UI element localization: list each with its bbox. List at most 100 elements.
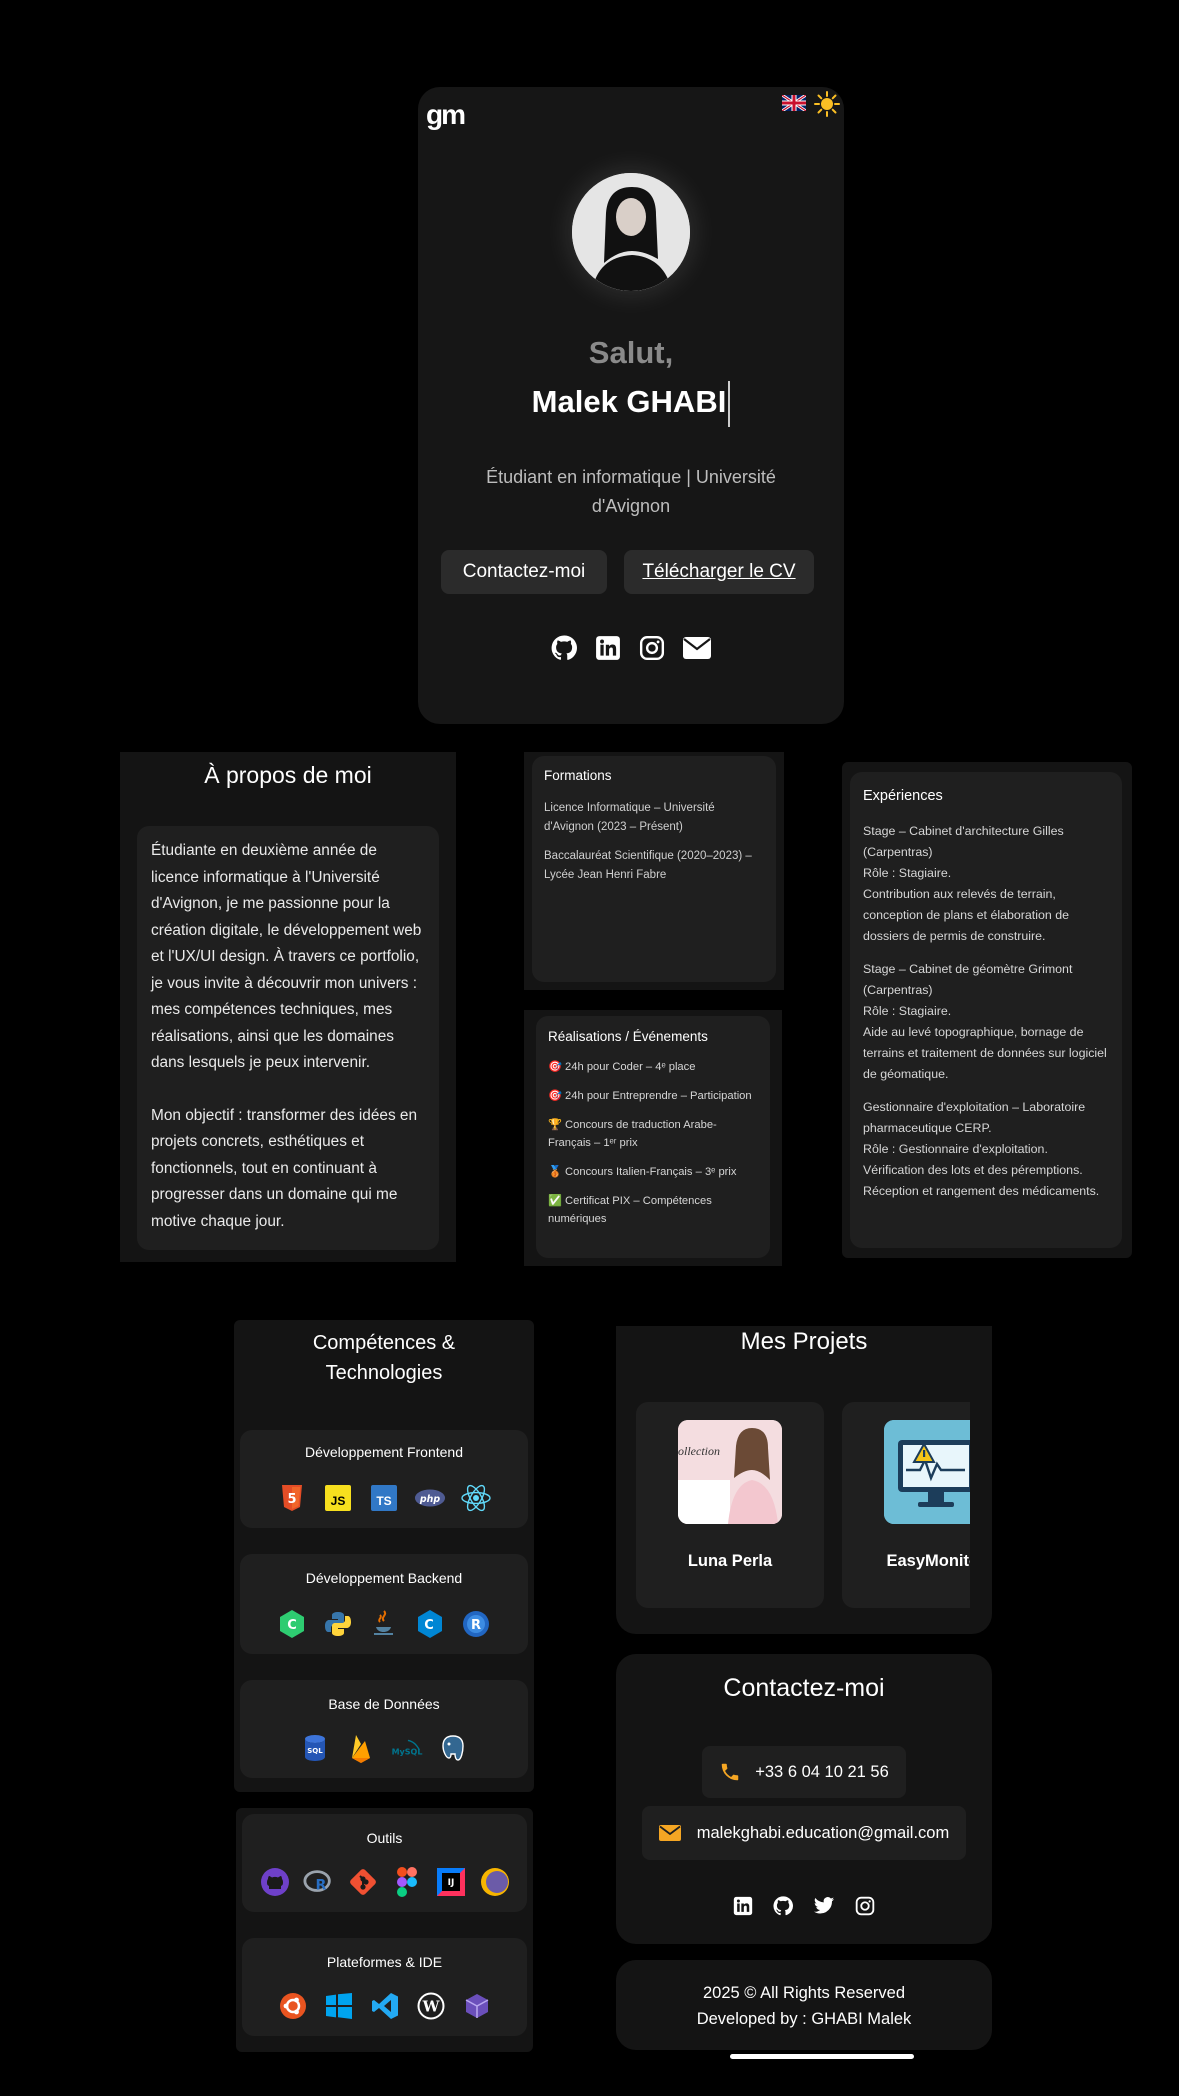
projects-title: Mes Projets (740, 1328, 868, 1355)
formations-section: Formations Licence Informatique – Univer… (524, 752, 784, 990)
instagram-icon[interactable] (855, 1896, 875, 1916)
contact-button[interactable]: Contactez-moi (441, 550, 607, 594)
sql-label: SQL (307, 1747, 323, 1755)
projects-section: Mes Projets ollection Luna Perla EasyMon… (616, 1326, 992, 1634)
ubuntu-icon (277, 1990, 309, 2022)
phone-number: +33 6 04 10 21 56 (755, 1762, 889, 1781)
react-icon (460, 1482, 492, 1514)
sql-icon: SQL (299, 1732, 331, 1764)
achievements-title: Réalisations / Événements (548, 1029, 708, 1044)
cplusplus-icon: C (414, 1608, 446, 1640)
skill-icons: SQL MySQL (240, 1732, 528, 1764)
logo[interactable]: gm (426, 99, 466, 131)
linkedin-icon[interactable] (733, 1896, 753, 1916)
formations-title: Formations (544, 768, 612, 783)
uk-flag-icon[interactable] (782, 95, 806, 111)
download-cv-button[interactable]: Télécharger le CV (624, 550, 814, 594)
twitter-icon[interactable] (813, 1896, 835, 1916)
achievement-item: 🎯 24h pour Entreprendre – Participation (548, 1087, 758, 1105)
postgresql-icon (437, 1732, 469, 1764)
target-icon: 🎯 (548, 1090, 562, 1102)
experience-title: Stage – Cabinet d'architecture Gilles (C… (863, 824, 1064, 859)
csharp-icon: C (276, 1608, 308, 1640)
project-name: Luna Perla (687, 1552, 773, 1570)
rstudio-label: R (315, 1878, 326, 1894)
project-name: EasyMonitor (886, 1552, 970, 1570)
target-icon: 🎯 (548, 1061, 562, 1073)
greeting: Salut, (588, 335, 674, 370)
github-icon[interactable] (551, 635, 577, 661)
skill-group-database: Base de Données SQL MySQL (240, 1680, 528, 1778)
copyright: 2025 © All Rights Reserved (702, 1984, 905, 2002)
about-paragraph: Mon objectif : transformer des idées en … (151, 1106, 418, 1230)
phone-link[interactable]: +33 6 04 10 21 56 (702, 1746, 906, 1798)
skills-title: Compétences & Technologies (312, 1332, 456, 1384)
achievement-item: 🏆 Concours de traduction Arabe-Français … (548, 1116, 758, 1152)
skill-group-title: Plateformes & IDE (326, 1954, 443, 1970)
skill-group-frontend: Développement Frontend 5 JS TS php (240, 1430, 528, 1528)
r-label: R (471, 1618, 481, 1633)
achievement-text: 24h pour Entreprendre – Participation (565, 1090, 752, 1102)
bronze-medal-icon: 🥉 (548, 1166, 562, 1178)
experience-item: Stage – Cabinet d'architecture Gilles (C… (863, 821, 1109, 947)
skill-icons: 5 JS TS php (240, 1482, 528, 1514)
skill-icons: R IJ (242, 1866, 527, 1898)
contact-title: Contactez-moi (723, 1674, 885, 1702)
php-label: php (419, 1494, 440, 1505)
typescript-icon: TS (368, 1482, 400, 1514)
email-link[interactable]: malekghabi.education@gmail.com (642, 1806, 966, 1860)
linkedin-icon[interactable] (595, 635, 621, 661)
developer-credit: Developed by : GHABI Malek (696, 2010, 912, 2028)
achievements-section: Réalisations / Événements 🎯 24h pour Cod… (524, 1010, 782, 1266)
svg-text:5: 5 (287, 1492, 296, 1507)
mail-icon[interactable] (683, 635, 711, 661)
skill-group-platforms: Plateformes & IDE W (242, 1938, 527, 2036)
skill-icons: C C R (240, 1608, 528, 1640)
hero-name: Malek GHABI (418, 381, 844, 427)
achievement-text: Concours de traduction Arabe-Français – … (548, 1119, 717, 1149)
experience-desc: Aide au levé topographique, bornage de t… (863, 1025, 1107, 1081)
skill-group-title: Base de Données (328, 1696, 440, 1712)
github-icon[interactable] (773, 1896, 793, 1916)
hero-card: gm Salut, Malek GHABI Étudiant en inform… (418, 87, 844, 724)
trophy-icon: 🏆 (548, 1119, 562, 1131)
achievement-item: ✅ Certificat PIX – Compétences numérique… (548, 1192, 758, 1228)
formation-item: Baccalauréat Scientifique (2020–2023) – … (544, 850, 752, 881)
hero-subtitle: Étudiant en informatique | Université d'… (486, 467, 776, 516)
projects-carousel[interactable]: ollection Luna Perla EasyMonitor (636, 1402, 970, 1612)
svg-text:W: W (421, 1998, 440, 2016)
experience-title: Gestionnaire d'exploitation – Laboratoir… (863, 1100, 1086, 1135)
achievement-item: 🎯 24h pour Coder – 4ᵉ place (548, 1058, 758, 1076)
experience-title: Stage – Cabinet de géomètre Grimont (Car… (863, 962, 1073, 997)
hero-name-text: Malek GHABI (531, 384, 727, 420)
javascript-icon: JS (322, 1482, 354, 1514)
formation-item: Licence Informatique – Université d'Avig… (544, 802, 715, 833)
avatar (572, 173, 690, 291)
experiences-title: Expériences (863, 788, 943, 804)
text-cursor (728, 381, 731, 427)
skill-group-title: Outils (366, 1830, 403, 1846)
project-image: ollection (678, 1420, 782, 1524)
experience-item: Gestionnaire d'exploitation – Laboratoir… (863, 1097, 1109, 1202)
about-paragraph: Étudiante en deuxième année de licence i… (151, 842, 422, 1071)
figma-icon (391, 1866, 423, 1898)
monitor-alert-icon (884, 1420, 970, 1524)
project-card[interactable]: ollection Luna Perla (636, 1402, 824, 1608)
achievement-text: 24h pour Coder – 4ᵉ place (565, 1061, 696, 1073)
r-icon: R (460, 1608, 492, 1640)
skill-group-backend: Développement Backend C C R (240, 1554, 528, 1654)
project-card[interactable]: EasyMonitor (842, 1402, 970, 1608)
git-icon (347, 1866, 379, 1898)
about-section: À propos de moi Étudiante en deuxième an… (120, 752, 456, 1262)
github-icon (259, 1866, 291, 1898)
sun-icon[interactable] (814, 91, 840, 117)
mysql-label: MySQL (392, 1748, 423, 1757)
instagram-icon[interactable] (639, 635, 665, 661)
java-icon (368, 1608, 400, 1640)
svg-text:C: C (287, 1618, 297, 1633)
intellij-label: IJ (447, 1878, 454, 1888)
check-icon: ✅ (548, 1195, 562, 1207)
skill-group-tools: Outils R IJ (242, 1814, 527, 1912)
virtualbox-icon (461, 1990, 493, 2022)
about-card: Étudiante en deuxième année de licence i… (137, 826, 439, 1250)
